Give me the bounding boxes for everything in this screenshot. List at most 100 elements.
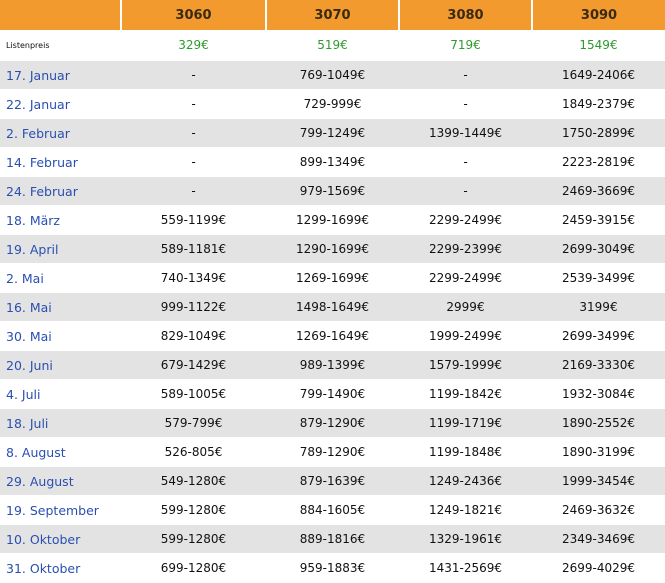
price-range-cell: 679-1429€	[121, 350, 266, 380]
price-range-cell: 526-805€	[121, 437, 266, 467]
row-date: 8. August	[0, 437, 121, 467]
price-range-cell: 2539-3499€	[532, 263, 665, 293]
row-date: 22. Januar	[0, 89, 121, 119]
list-price-3090: 1549€	[532, 30, 665, 61]
price-range-cell: 1498-1649€	[266, 292, 399, 322]
price-range-cell: 799-1490€	[266, 379, 399, 409]
price-range-cell: -	[399, 60, 532, 90]
price-range-cell: 579-799€	[121, 408, 266, 438]
table-row: 19. April 589-1181€ 1290-1699€ 2299-2399€ 26…	[0, 234, 665, 264]
row-date: 18. März	[0, 205, 121, 235]
price-range-cell: 2299-2399€	[399, 234, 532, 264]
table-row: 8. August 526-805€ 789-1290€ 1199-1848€ 1890…	[0, 437, 665, 467]
price-range-cell: 699-1280€	[121, 553, 266, 583]
row-date: 10. Oktober	[0, 524, 121, 554]
price-range-cell: 879-1290€	[266, 408, 399, 438]
price-range-cell: 1849-2379€	[532, 89, 665, 119]
price-range-cell: 729-999€	[266, 89, 399, 119]
column-header-3060: 3060	[121, 0, 267, 30]
price-range-cell: -	[121, 89, 266, 119]
price-range-cell: 959-1883€	[266, 553, 399, 583]
table-row: 30. Mai 829-1049€ 1269-1649€ 1999-2499€ 2699…	[0, 321, 665, 351]
table-row: 4. Juli 589-1005€ 799-1490€ 1199-1842€ 1932-…	[0, 379, 665, 409]
price-range-cell: 789-1290€	[266, 437, 399, 467]
price-range-cell: 1890-3199€	[532, 437, 665, 467]
table-row: 2. Mai 740-1349€ 1269-1699€ 2299-2499€ 2539-…	[0, 263, 665, 293]
price-range-cell: -	[121, 118, 266, 148]
table-row: 18. März 559-1199€ 1299-1699€ 2299-2499€ 245…	[0, 205, 665, 235]
price-range-cell: 879-1639€	[266, 466, 399, 496]
column-header-3090: 3090	[532, 0, 665, 30]
table-row: 20. Juni 679-1429€ 989-1399€ 1579-1999€ 2169…	[0, 350, 665, 380]
price-range-cell: 559-1199€	[121, 205, 266, 235]
price-range-cell: -	[399, 147, 532, 177]
table-row: 22. Januar -729-999€ -1849-2379€	[0, 89, 665, 119]
price-range-cell: 740-1349€	[121, 263, 266, 293]
row-date: 24. Februar	[0, 176, 121, 206]
price-range-cell: 1399-1449€	[399, 118, 532, 148]
price-range-cell: 599-1280€	[121, 524, 266, 554]
price-range-cell: 989-1399€	[266, 350, 399, 380]
table-row: 16. Mai 999-1122€ 1498-1649€ 2999€ 3199€	[0, 292, 665, 322]
table-row: 10. Oktober 599-1280€ 889-1816€ 1329-1961€ 2…	[0, 524, 665, 554]
price-range-cell: 1269-1649€	[266, 321, 399, 351]
price-range-cell: 2699-4029€	[532, 553, 665, 583]
price-range-cell: 2699-3049€	[532, 234, 665, 264]
price-range-cell: 2469-3669€	[532, 176, 665, 206]
price-range-cell: 799-1249€	[266, 118, 399, 148]
price-range-cell: 2469-3632€	[532, 495, 665, 525]
column-header-3080: 3080	[399, 0, 533, 30]
price-range-cell: 1199-1848€	[399, 437, 532, 467]
list-price-3080: 719€	[399, 30, 532, 61]
corner-cell	[0, 0, 122, 30]
table-row: 2. Februar -799-1249€ 1399-1449€ 1750-2899€	[0, 118, 665, 148]
price-range-cell: -	[399, 176, 532, 206]
price-range-cell: 589-1005€	[121, 379, 266, 409]
price-range-cell: 979-1569€	[266, 176, 399, 206]
price-range-cell: 2169-3330€	[532, 350, 665, 380]
row-date: 30. Mai	[0, 321, 121, 351]
price-range-cell: -	[121, 147, 266, 177]
row-date: 19. April	[0, 234, 121, 264]
table-row: 24. Februar -979-1569€ -2469-3669€	[0, 176, 665, 206]
price-range-cell: 2459-3915€	[532, 205, 665, 235]
table-row: 17. Januar -769-1049€ -1649-2406€	[0, 60, 665, 90]
row-date: 2. Mai	[0, 263, 121, 293]
price-range-cell: 899-1349€	[266, 147, 399, 177]
table-row: 18. Juli 579-799€ 879-1290€ 1199-1719€ 1890-…	[0, 408, 665, 438]
row-date: 18. Juli	[0, 408, 121, 438]
price-range-cell: 589-1181€	[121, 234, 266, 264]
price-range-cell: 829-1049€	[121, 321, 266, 351]
column-header-3070: 3070	[266, 0, 400, 30]
price-range-cell: 2349-3469€	[532, 524, 665, 554]
table-header: 3060 3070 3080 3090	[0, 0, 665, 30]
price-range-cell: -	[399, 89, 532, 119]
row-date: 2. Februar	[0, 118, 121, 148]
price-table: 3060 3070 3080 3090 Listenpreis 329€ 519…	[0, 0, 665, 583]
table-row: 29. August 549-1280€ 879-1639€ 1249-2436€ 19…	[0, 466, 665, 496]
table-row: 14. Februar -899-1349€ -2223-2819€	[0, 147, 665, 177]
price-range-cell: 1199-1842€	[399, 379, 532, 409]
price-range-cell: 889-1816€	[266, 524, 399, 554]
list-price-3070: 519€	[266, 30, 399, 61]
price-range-cell: -	[121, 176, 266, 206]
row-date: 31. Oktober	[0, 553, 121, 583]
price-range-cell: 3199€	[532, 292, 665, 322]
row-date: 4. Juli	[0, 379, 121, 409]
row-date: 29. August	[0, 466, 121, 496]
price-range-cell: 549-1280€	[121, 466, 266, 496]
price-range-cell: 1999-2499€	[399, 321, 532, 351]
price-range-cell: 769-1049€	[266, 60, 399, 90]
price-range-cell: 1750-2899€	[532, 118, 665, 148]
table-row: 31. Oktober 699-1280€ 959-1883€ 1431-2569€ 2…	[0, 553, 665, 583]
price-range-cell: 599-1280€	[121, 495, 266, 525]
price-range-cell: 2999€	[399, 292, 532, 322]
price-range-cell: 1999-3454€	[532, 466, 665, 496]
price-range-cell: 999-1122€	[121, 292, 266, 322]
price-range-cell: -	[121, 60, 266, 90]
price-range-cell: 1932-3084€	[532, 379, 665, 409]
price-range-cell: 1269-1699€	[266, 263, 399, 293]
price-range-cell: 2223-2819€	[532, 147, 665, 177]
price-range-cell: 1299-1699€	[266, 205, 399, 235]
list-price-3060: 329€	[121, 30, 266, 61]
